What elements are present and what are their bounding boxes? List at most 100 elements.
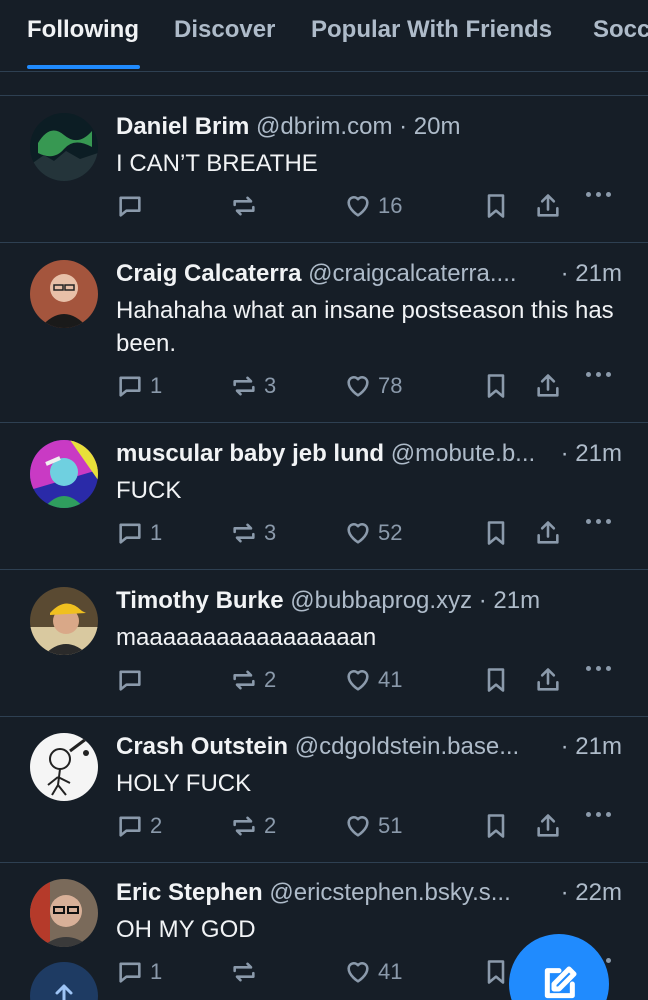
man-glasses-avatar[interactable] bbox=[30, 879, 98, 947]
repost-button[interactable]: 3 bbox=[230, 519, 276, 547]
like-button[interactable]: 41 bbox=[344, 958, 402, 986]
reply-button[interactable] bbox=[116, 192, 150, 220]
reply-button[interactable] bbox=[116, 666, 150, 694]
reply-count: 1 bbox=[150, 959, 163, 984]
feed-tab-bar: Following Discover Popular With Friends … bbox=[0, 0, 648, 72]
post-actions: 2 2 51 bbox=[116, 812, 616, 842]
tab-discover[interactable]: Discover bbox=[174, 16, 275, 44]
reply-icon bbox=[119, 816, 141, 837]
tab-popular-with-friends[interactable]: Popular With Friends bbox=[311, 16, 552, 44]
author-name[interactable]: Daniel Brim bbox=[116, 113, 249, 140]
reply-button[interactable]: 2 bbox=[116, 812, 162, 840]
repost-button[interactable]: 3 bbox=[230, 372, 276, 400]
man-yellow-cap-avatar[interactable] bbox=[30, 587, 98, 655]
repost-button[interactable]: 2 bbox=[230, 666, 276, 694]
author-handle[interactable]: @craigcalcaterra.... bbox=[308, 260, 516, 287]
feed-post[interactable]: Daniel Brim @dbrim.com · 20m I CAN’T BRE… bbox=[0, 96, 648, 243]
cartoon-batter-avatar[interactable] bbox=[30, 733, 98, 801]
heart-icon bbox=[347, 376, 369, 397]
author-name[interactable]: Craig Calcaterra bbox=[116, 260, 301, 287]
repost-icon bbox=[233, 962, 255, 982]
author-handle[interactable]: @mobute.b... bbox=[391, 440, 535, 467]
colorful-saluting-avatar[interactable] bbox=[30, 440, 98, 508]
aurora-avatar[interactable] bbox=[30, 113, 98, 181]
reply-button[interactable]: 1 bbox=[116, 958, 162, 986]
author-handle[interactable]: @cdgoldstein.base... bbox=[295, 733, 520, 760]
author-name[interactable]: Crash Outstein bbox=[116, 733, 288, 760]
post-text: maaaaaaaaaaaaaaaaan bbox=[116, 624, 377, 651]
feed-post[interactable]: Timothy Burke @bubbaprog.xyz · 21m maaaa… bbox=[0, 570, 648, 717]
bookmark-button[interactable] bbox=[482, 372, 510, 400]
post-time: · 21m bbox=[560, 260, 622, 287]
share-button[interactable] bbox=[534, 666, 562, 694]
repost-icon bbox=[233, 816, 255, 836]
more-options-button[interactable] bbox=[586, 812, 611, 817]
more-options-button[interactable] bbox=[586, 666, 611, 671]
bookmark-icon bbox=[487, 194, 505, 218]
repost-count: 2 bbox=[264, 813, 277, 838]
bookmark-button[interactable] bbox=[482, 812, 510, 840]
share-button[interactable] bbox=[534, 192, 562, 220]
ellipsis-icon bbox=[586, 812, 611, 817]
post-header: Crash Outstein @cdgoldstein.base... · 21… bbox=[116, 733, 622, 763]
heart-icon bbox=[347, 670, 369, 691]
bookmark-icon bbox=[487, 814, 505, 838]
repost-button[interactable]: 2 bbox=[230, 812, 276, 840]
like-button[interactable]: 16 bbox=[344, 192, 402, 220]
bookmark-icon bbox=[487, 960, 505, 984]
reply-button[interactable]: 1 bbox=[116, 372, 162, 400]
author-handle[interactable]: @ericstephen.bsky.s... bbox=[269, 879, 510, 906]
bookmark-button[interactable] bbox=[482, 958, 510, 986]
more-options-button[interactable] bbox=[586, 519, 611, 524]
more-options-button[interactable] bbox=[586, 192, 611, 197]
author-handle[interactable]: @dbrim.com bbox=[256, 113, 392, 140]
feed-post[interactable]: Craig Calcaterra @craigcalcaterra.... · … bbox=[0, 243, 648, 423]
bookmark-button[interactable] bbox=[482, 666, 510, 694]
like-button[interactable]: 41 bbox=[344, 666, 402, 694]
tab-following[interactable]: Following bbox=[27, 16, 139, 44]
share-button[interactable] bbox=[534, 812, 562, 840]
repost-button[interactable] bbox=[230, 958, 264, 986]
post-header: Eric Stephen @ericstephen.bsky.s... · 22… bbox=[116, 879, 622, 909]
post-text: I CAN’T BREATHE bbox=[116, 150, 318, 177]
post-actions: 2 41 bbox=[116, 666, 616, 696]
arrow-up-icon bbox=[55, 984, 73, 1000]
ellipsis-icon bbox=[586, 372, 611, 377]
post-time: · 20m bbox=[399, 113, 461, 140]
post-text: HOLY FUCK bbox=[116, 770, 252, 797]
post-header: Craig Calcaterra @craigcalcaterra.... · … bbox=[116, 260, 622, 290]
man-glasses-avatar[interactable] bbox=[30, 260, 98, 328]
ellipsis-icon bbox=[586, 666, 611, 671]
share-button[interactable] bbox=[534, 372, 562, 400]
feed-post[interactable]: Crash Outstein @cdgoldstein.base... · 21… bbox=[0, 717, 648, 863]
repost-button[interactable] bbox=[230, 192, 264, 220]
bookmark-button[interactable] bbox=[482, 192, 510, 220]
repost-count: 3 bbox=[264, 373, 277, 398]
tab-soccer[interactable]: Socc bbox=[593, 16, 648, 44]
post-actions: 1 3 52 bbox=[116, 519, 616, 549]
reply-count: 1 bbox=[150, 373, 163, 398]
repost-icon bbox=[233, 376, 255, 396]
heart-icon bbox=[347, 196, 369, 217]
like-button[interactable]: 52 bbox=[344, 519, 402, 547]
author-handle[interactable]: @bubbaprog.xyz bbox=[290, 587, 472, 614]
compose-icon bbox=[544, 966, 577, 999]
ellipsis-icon bbox=[586, 192, 611, 197]
reply-icon bbox=[119, 962, 141, 983]
feed-post[interactable]: muscular baby jeb lund @mobute.b... · 21… bbox=[0, 423, 648, 570]
like-count: 16 bbox=[378, 193, 403, 218]
reply-button[interactable]: 1 bbox=[116, 519, 162, 547]
more-options-button[interactable] bbox=[586, 372, 611, 377]
author-name[interactable]: Eric Stephen bbox=[116, 879, 263, 906]
share-button[interactable] bbox=[534, 519, 562, 547]
author-name[interactable]: Timothy Burke bbox=[116, 587, 284, 614]
bookmark-icon bbox=[487, 374, 505, 398]
bookmark-button[interactable] bbox=[482, 519, 510, 547]
author-name[interactable]: muscular baby jeb lund bbox=[116, 440, 384, 467]
like-count: 52 bbox=[378, 520, 403, 545]
reply-count: 2 bbox=[150, 813, 163, 838]
repost-icon bbox=[233, 670, 255, 690]
like-button[interactable]: 51 bbox=[344, 812, 402, 840]
share-icon bbox=[537, 521, 559, 544]
like-button[interactable]: 78 bbox=[344, 372, 402, 400]
